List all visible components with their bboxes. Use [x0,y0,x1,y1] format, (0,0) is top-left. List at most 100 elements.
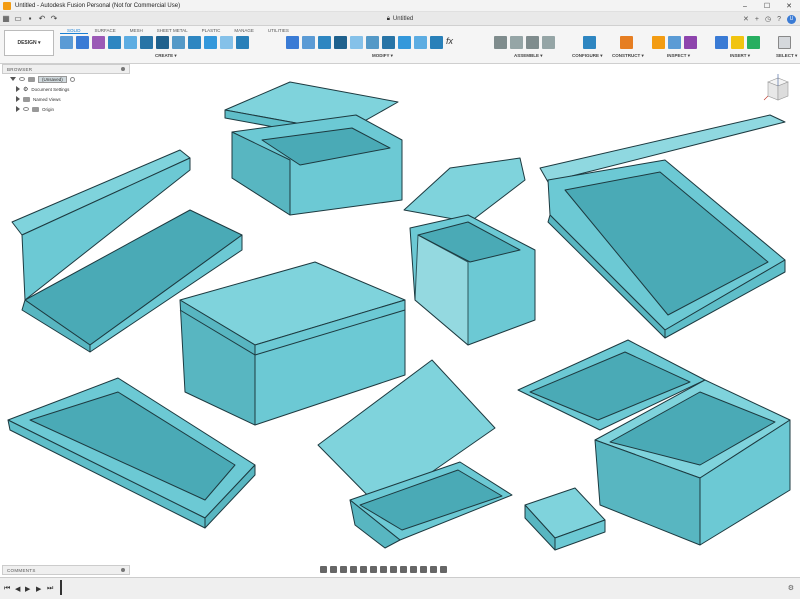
browser-collapse-icon[interactable] [121,67,125,71]
offset-face-icon[interactable] [398,36,411,49]
fit-icon[interactable] [360,565,367,573]
select-tools [778,36,791,49]
split-face-icon[interactable] [414,36,427,49]
save-icon[interactable]: ▪ [24,13,36,25]
grid-menu-icon[interactable]: ▦ [0,13,12,25]
play-icon[interactable]: ▶ [25,585,30,593]
loft-icon[interactable] [140,36,153,49]
configure-group-label[interactable]: CONFIGURE ▾ [572,53,603,59]
mirror-icon[interactable] [236,36,249,49]
tab-surface[interactable]: SURFACE [88,27,123,34]
rib-icon[interactable] [156,36,169,49]
go-to-start-icon[interactable]: ⏮ [4,585,10,593]
fillet-icon[interactable] [302,36,315,49]
insert-derive-icon[interactable] [715,36,728,49]
timeline-settings-icon[interactable]: ⚙ [788,584,794,592]
undo-icon[interactable]: ↶ [36,13,48,25]
tab-mesh[interactable]: MESH [123,27,150,34]
select-icon[interactable] [778,36,791,49]
combine-icon[interactable] [382,36,395,49]
modify-group-label[interactable]: MODIFY ▾ [372,53,393,59]
effects-icon[interactable] [420,565,427,573]
sweep-icon[interactable] [124,36,137,49]
revolve-icon[interactable] [108,36,121,49]
minimize-button[interactable]: – [734,0,756,12]
tab-sheet-metal[interactable]: SHEET METAL [150,27,195,34]
new-joint-icon[interactable] [494,36,507,49]
tab-utilities[interactable]: UTILITIES [261,27,296,34]
workspace-dropdown[interactable]: DESIGN ▾ [4,30,54,56]
display-settings-icon[interactable] [370,565,377,573]
box-model-4 [403,157,536,346]
press-pull-icon[interactable] [286,36,299,49]
close-button[interactable]: ✕ [778,0,800,12]
look-at-icon[interactable] [330,565,337,573]
close-tab-icon[interactable]: ✕ [743,15,749,23]
new-sketch-icon[interactable] [60,36,73,49]
box-model-5 [539,114,786,339]
insert-mcmaster-icon[interactable] [747,36,760,49]
inspect-group-label[interactable]: INSPECT ▾ [667,53,690,59]
document-tab[interactable]: 🔒︎ Untitled [330,12,470,26]
help-icon[interactable]: ? [777,16,781,23]
hole-icon[interactable] [172,36,185,49]
grid-settings-icon[interactable] [380,565,387,573]
align-icon[interactable] [430,36,443,49]
scale-icon[interactable] [366,36,379,49]
go-to-end-icon[interactable]: ⏭ [47,585,53,593]
interference-icon[interactable] [668,36,681,49]
visual-style-icon[interactable] [400,565,407,573]
timeline-marker[interactable] [60,580,62,595]
viewports-icon[interactable] [390,565,397,573]
chamfer-icon[interactable] [318,36,331,49]
insert-mesh-icon[interactable] [731,36,744,49]
step-back-icon[interactable]: ◀ [15,585,20,593]
redo-icon[interactable]: ↷ [48,13,60,25]
comments-add-icon[interactable] [121,568,125,572]
browser-header[interactable]: BROWSER [2,64,130,74]
maximize-button[interactable]: ☐ [756,0,778,12]
cylinder-icon[interactable] [204,36,217,49]
tab-manage[interactable]: MANAGE [227,27,261,34]
tab-solid[interactable]: SOLID [60,27,88,34]
camera-icon[interactable] [440,565,447,573]
new-tab-icon[interactable]: + [755,16,759,23]
draft-icon[interactable] [350,36,363,49]
configure-icon[interactable] [583,36,596,49]
title-bar: Untitled - Autodesk Fusion Personal (Not… [0,0,800,12]
curvature-icon[interactable] [684,36,697,49]
insert-group-label[interactable]: INSERT ▾ [730,53,750,59]
environment-icon[interactable] [410,565,417,573]
ribbon-tabs: SOLID SURFACE MESH SHEET METAL PLASTIC M… [60,27,296,34]
as-built-joint-icon[interactable] [510,36,523,49]
measure-icon[interactable] [652,36,665,49]
zoom-icon[interactable] [350,565,357,573]
create-group-label[interactable]: CREATE ▾ [155,53,177,59]
construct-tools [620,36,633,49]
notifications-icon[interactable]: ◷ [765,15,771,23]
avatar[interactable]: U [787,14,796,24]
document-tab-label: Untitled [392,16,414,22]
shell-icon[interactable] [334,36,347,49]
object-visibility-icon[interactable] [430,565,437,573]
comments-header[interactable]: COMMENTS [2,565,130,575]
step-forward-icon[interactable]: ▶ [36,585,41,593]
pattern-icon[interactable] [220,36,233,49]
orbit-icon[interactable] [320,565,327,573]
new-component-icon[interactable] [92,36,105,49]
joint-origin-icon[interactable] [526,36,539,49]
select-group-label[interactable]: SELECT ▾ [776,53,797,59]
offset-plane-icon[interactable] [620,36,633,49]
modify-tools: fx [286,36,459,49]
tab-plastic[interactable]: PLASTIC [195,27,228,34]
canvas-viewport[interactable] [0,74,800,565]
assemble-group-label[interactable]: ASSEMBLE ▾ [514,53,543,59]
box-icon[interactable] [188,36,201,49]
assemble-tools [494,36,555,49]
pan-icon[interactable] [340,565,347,573]
extrude-icon[interactable] [76,36,89,49]
folder-icon[interactable]: ▭ [12,13,24,25]
construct-group-label[interactable]: CONSTRUCT ▾ [612,53,644,59]
parameters-icon[interactable]: fx [446,36,459,49]
rigid-group-icon[interactable] [542,36,555,49]
